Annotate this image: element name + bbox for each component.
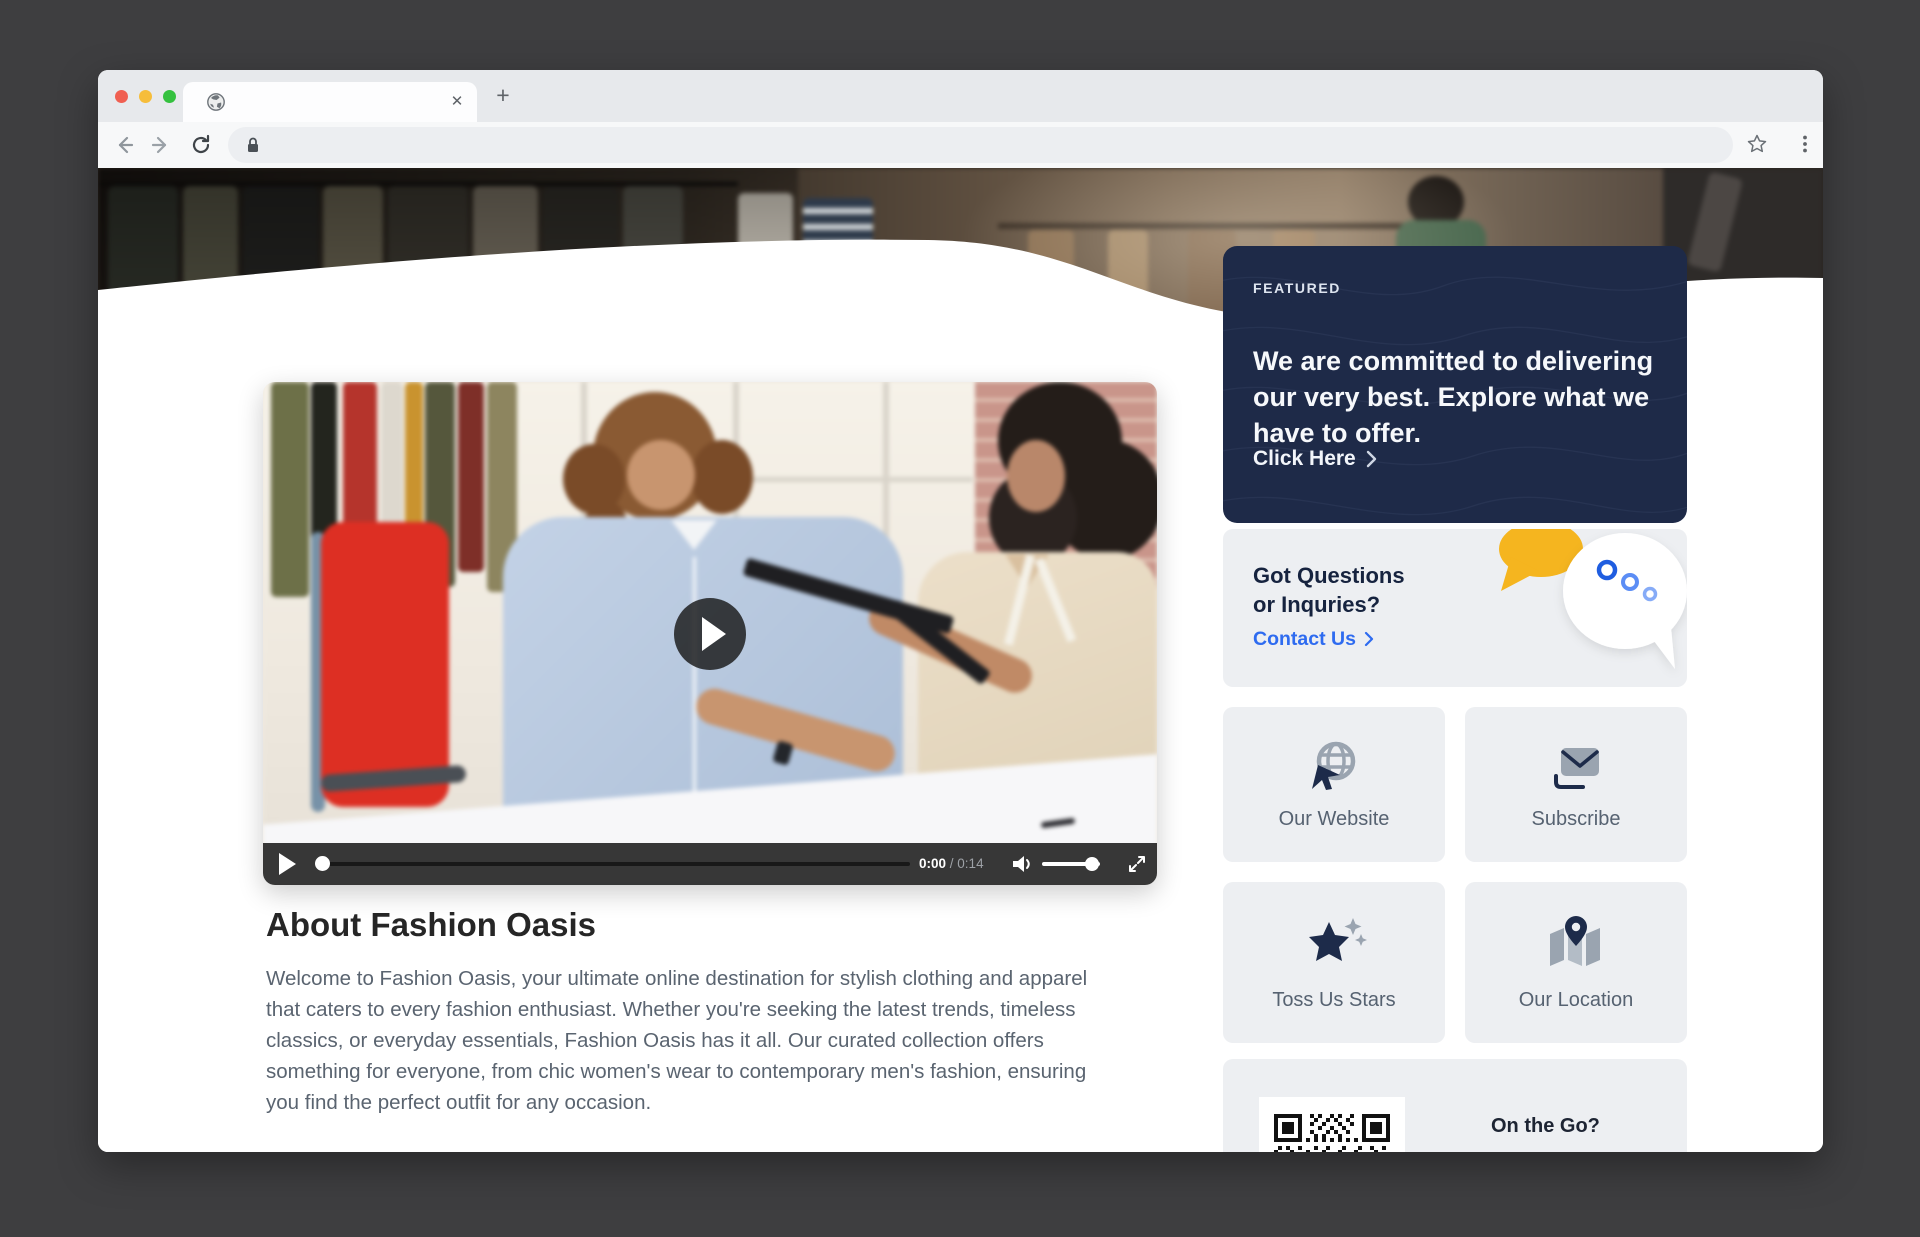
questions-title: Got Questions or Inquries? xyxy=(1253,561,1405,619)
featured-headline: We are committed to delivering our very … xyxy=(1253,343,1657,451)
featured-cta-link[interactable]: Click Here xyxy=(1253,446,1377,472)
desktop-background: ✕ + xyxy=(0,0,1920,1237)
volume-slider-handle[interactable] xyxy=(1085,857,1099,871)
current-time: 0:00 xyxy=(919,856,946,871)
toss-us-stars-card[interactable]: Toss Us Stars xyxy=(1223,882,1445,1043)
address-bar[interactable] xyxy=(228,127,1733,163)
play-icon xyxy=(702,617,726,651)
contact-us-link[interactable]: Contact Us xyxy=(1253,628,1374,651)
featured-card[interactable]: FEATURED We are committed to delivering … xyxy=(1223,246,1687,523)
browser-tab-strip: ✕ + xyxy=(98,70,1823,122)
forward-icon[interactable] xyxy=(150,134,172,156)
about-paragraph-line: something for everyone, from chic women'… xyxy=(266,1056,1246,1087)
globe-favicon-icon xyxy=(205,91,227,113)
browser-tab[interactable]: ✕ xyxy=(183,82,477,122)
reload-icon[interactable] xyxy=(190,134,212,156)
page-content: 0:00 / 0:14 About Fashion Oasis Welcome … xyxy=(98,168,1823,1152)
controls-play-icon[interactable] xyxy=(279,853,296,875)
video-player[interactable]: 0:00 / 0:14 xyxy=(263,382,1157,885)
time-separator: / xyxy=(946,856,957,871)
volume-speaker-icon[interactable] xyxy=(1011,854,1033,874)
chevron-right-icon xyxy=(1366,450,1377,468)
qr-code xyxy=(1259,1097,1405,1152)
on-the-go-card[interactable]: On the Go? xyxy=(1223,1059,1687,1152)
browser-toolbar xyxy=(98,122,1823,168)
our-location-label: Our Location xyxy=(1465,989,1687,1012)
chevron-right-icon xyxy=(1364,631,1374,647)
questions-card[interactable]: Got Questions or Inquries? Contact Us xyxy=(1223,529,1687,687)
map-pin-icon xyxy=(1465,912,1687,968)
browser-window: ✕ + xyxy=(98,70,1823,1152)
subscribe-card[interactable]: Subscribe xyxy=(1465,707,1687,862)
new-tab-button[interactable]: + xyxy=(490,83,516,109)
fullscreen-icon[interactable] xyxy=(1127,854,1147,874)
video-time-display: 0:00 / 0:14 xyxy=(919,856,984,872)
about-paragraph-line: Welcome to Fashion Oasis, your ultimate … xyxy=(266,963,1246,994)
envelope-icon xyxy=(1465,737,1687,793)
window-minimize-button[interactable] xyxy=(139,90,152,103)
video-progress-handle[interactable] xyxy=(315,856,330,871)
video-play-button[interactable] xyxy=(674,598,746,670)
our-location-card[interactable]: Our Location xyxy=(1465,882,1687,1043)
window-close-button[interactable] xyxy=(115,90,128,103)
about-heading: About Fashion Oasis xyxy=(266,906,596,944)
bookmark-star-icon[interactable] xyxy=(1746,133,1768,155)
video-progress-track[interactable] xyxy=(323,862,910,866)
about-paragraph-line: classics, or everyday essentials, Fashio… xyxy=(266,1025,1246,1056)
video-duration: 0:14 xyxy=(957,856,983,871)
featured-eyebrow: FEATURED xyxy=(1253,280,1341,296)
lock-icon[interactable] xyxy=(244,136,262,154)
subscribe-label: Subscribe xyxy=(1465,808,1687,831)
on-the-go-title: On the Go? xyxy=(1491,1115,1600,1138)
back-icon[interactable] xyxy=(113,134,135,156)
about-paragraph-line: you find the perfect outfit for any occa… xyxy=(266,1087,1246,1118)
window-zoom-button[interactable] xyxy=(163,90,176,103)
about-paragraph-line: that caters to every fashion enthusiast.… xyxy=(266,994,1246,1025)
toss-us-stars-label: Toss Us Stars xyxy=(1223,989,1445,1012)
tab-close-icon[interactable]: ✕ xyxy=(446,91,468,113)
our-website-label: Our Website xyxy=(1223,808,1445,831)
video-controls-bar[interactable]: 0:00 / 0:14 xyxy=(263,843,1157,885)
browser-menu-icon[interactable] xyxy=(1794,133,1816,155)
globe-cursor-icon xyxy=(1223,737,1445,793)
about-paragraph: Welcome to Fashion Oasis, your ultimate … xyxy=(266,963,1246,1118)
our-website-card[interactable]: Our Website xyxy=(1223,707,1445,862)
star-sparkles-icon xyxy=(1223,912,1445,968)
